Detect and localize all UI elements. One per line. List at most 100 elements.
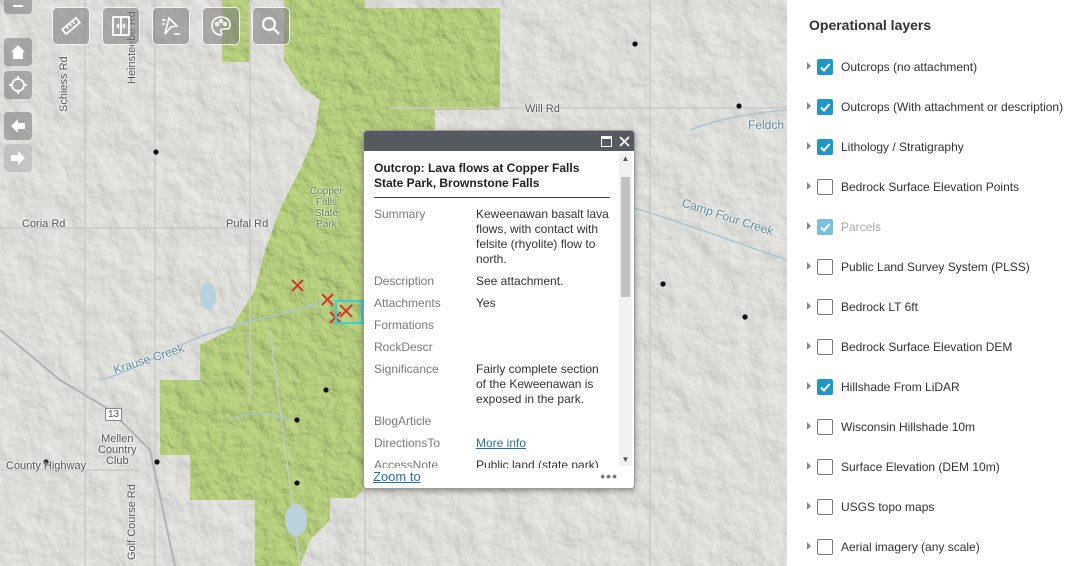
map-label-feldcher: Feldch <box>748 118 785 132</box>
select-tool-button[interactable] <box>152 7 190 45</box>
expand-caret-icon[interactable] <box>807 102 811 110</box>
popup-body[interactable]: Outcrop: Lava flows at Copper Falls Stat… <box>364 151 618 468</box>
attribute-value <box>476 340 610 362</box>
attribute-key: Attachments <box>374 296 441 310</box>
basemap-palette-icon <box>211 16 231 36</box>
layer-row[interactable]: Bedrock Surface Elevation Points <box>787 176 1078 198</box>
popup-close-button[interactable] <box>616 133 632 149</box>
expand-caret-icon[interactable] <box>807 502 811 510</box>
layer-row[interactable]: Bedrock LT 6ft <box>787 296 1078 318</box>
checkmark-icon <box>820 63 831 72</box>
layer-row[interactable]: Public Land Survey System (PLSS) <box>787 256 1078 278</box>
next-extent-button[interactable] <box>4 144 32 172</box>
attribute-value: More info <box>476 436 610 458</box>
expand-caret-icon[interactable] <box>807 462 811 470</box>
more-info-link[interactable]: More info <box>476 436 526 450</box>
layer-visibility-checkbox[interactable] <box>817 99 833 115</box>
locate-icon <box>9 76 27 94</box>
layer-list-panel: Operational layers Outcrops (no attachme… <box>787 0 1078 566</box>
expand-caret-icon[interactable] <box>807 422 811 430</box>
more-actions-icon[interactable]: ••• <box>600 468 618 484</box>
checkmark-icon <box>820 223 831 232</box>
layer-row[interactable]: Aerial imagery (any scale) <box>787 536 1078 558</box>
layer-row[interactable]: Wisconsin Hillshade 10m <box>787 416 1078 438</box>
measure-tool-button[interactable] <box>52 7 90 45</box>
layer-row[interactable]: Hillshade From LiDAR <box>787 376 1078 398</box>
layer-visibility-checkbox[interactable] <box>817 259 833 275</box>
popup-attribute-table: Summary Keweenawan basalt lava flows, wit… <box>374 207 610 468</box>
locate-button[interactable] <box>4 71 32 99</box>
layer-visibility-checkbox[interactable] <box>817 499 833 515</box>
layer-row[interactable]: Outcrops (With attachment or description… <box>787 96 1078 118</box>
attribute-key: DirectionsTo <box>374 436 441 450</box>
select-icon <box>162 16 180 35</box>
highway-13-shield: 13 <box>105 408 123 421</box>
expand-caret-icon[interactable] <box>807 262 811 270</box>
layer-label: Public Land Survey System (PLSS) <box>841 260 1030 274</box>
expand-caret-icon[interactable] <box>807 222 811 230</box>
map-label-schiess-rd: Schiess Rd <box>58 56 70 112</box>
home-button[interactable] <box>4 38 32 66</box>
popup-attribute-row: Summary Keweenawan basalt lava flows, wit… <box>374 207 610 274</box>
layer-row[interactable]: Surface Elevation (DEM 10m) <box>787 456 1078 478</box>
layer-row[interactable]: Bedrock Surface Elevation DEM <box>787 336 1078 358</box>
expand-caret-icon[interactable] <box>807 382 811 390</box>
swipe-icon <box>112 16 130 36</box>
popup-attribute-row: Attachments Yes <box>374 296 610 318</box>
layer-visibility-checkbox[interactable] <box>817 419 833 435</box>
attribute-key: Summary <box>374 207 426 221</box>
expand-caret-icon[interactable] <box>807 302 811 310</box>
map-label-copper-falls: Copper Falls State Park <box>310 186 343 230</box>
attribute-value <box>476 318 610 340</box>
search-icon <box>261 16 280 35</box>
basemap-tool-button[interactable] <box>202 7 240 45</box>
layer-visibility-checkbox[interactable] <box>817 379 833 395</box>
layer-row[interactable]: USGS topo maps <box>787 496 1078 518</box>
zoom-out-icon <box>13 5 23 7</box>
popup-maximize-button[interactable] <box>598 133 614 149</box>
popup-attribute-row: Formations <box>374 318 610 340</box>
popup-scrollbar-thumb[interactable] <box>621 177 630 297</box>
layer-visibility-checkbox[interactable] <box>817 339 833 355</box>
popup-scrollbar[interactable]: ▲ ▼ <box>619 153 632 466</box>
layer-visibility-checkbox[interactable] <box>817 219 833 235</box>
layer-row[interactable]: Lithology / Stratigraphy <box>787 136 1078 158</box>
map-label-will-rd: Will Rd <box>525 103 560 115</box>
layer-visibility-checkbox[interactable] <box>817 539 833 555</box>
panel-title: Operational layers <box>809 17 932 33</box>
scroll-down-arrow-icon[interactable]: ▼ <box>619 454 632 466</box>
layer-label: Bedrock LT 6ft <box>841 300 918 314</box>
expand-caret-icon[interactable] <box>807 342 811 350</box>
map-view[interactable]: Schiess Rd Heinsteebe Rd Pufal Rd Coria … <box>0 0 787 566</box>
checkmark-icon <box>820 103 831 112</box>
layer-row[interactable]: Parcels <box>787 216 1078 238</box>
popup-attribute-row: BlogArticle <box>374 414 610 436</box>
layer-row[interactable]: Outcrops (no attachment) <box>787 56 1078 78</box>
layer-visibility-checkbox[interactable] <box>817 139 833 155</box>
layer-label: Lithology / Stratigraphy <box>841 140 964 154</box>
attribute-value: Fairly complete section of the Keweenawa… <box>476 362 599 406</box>
attribute-key: Description <box>374 274 435 288</box>
layer-visibility-checkbox[interactable] <box>817 299 833 315</box>
popup-attribute-row: Significance Fairly complete section of t… <box>374 362 610 414</box>
expand-caret-icon[interactable] <box>807 142 811 150</box>
layer-visibility-checkbox[interactable] <box>817 59 833 75</box>
layer-label: Hillshade From LiDAR <box>841 380 960 394</box>
map-label-golf-course-rd: Golf Course Rd <box>126 484 138 560</box>
swipe-tool-button[interactable] <box>102 7 140 45</box>
close-icon <box>618 135 630 147</box>
expand-caret-icon[interactable] <box>807 542 811 550</box>
popup-title: Outcrop: Lava flows at Copper Falls Stat… <box>374 161 610 198</box>
layer-visibility-checkbox[interactable] <box>817 179 833 195</box>
attribute-key: Formations <box>374 318 435 332</box>
expand-caret-icon[interactable] <box>807 62 811 70</box>
previous-extent-button[interactable] <box>4 112 32 140</box>
scroll-up-arrow-icon[interactable]: ▲ <box>619 153 632 165</box>
layer-visibility-checkbox[interactable] <box>817 459 833 475</box>
zoom-to-link[interactable]: Zoom to <box>373 469 421 484</box>
popup-attribute-row: AccessNote Public land (state park) <box>374 458 610 468</box>
map-label-county-highway: County Highway <box>6 460 87 472</box>
search-tool-button[interactable] <box>252 7 290 45</box>
expand-caret-icon[interactable] <box>807 182 811 190</box>
zoom-out-button[interactable] <box>4 0 32 14</box>
